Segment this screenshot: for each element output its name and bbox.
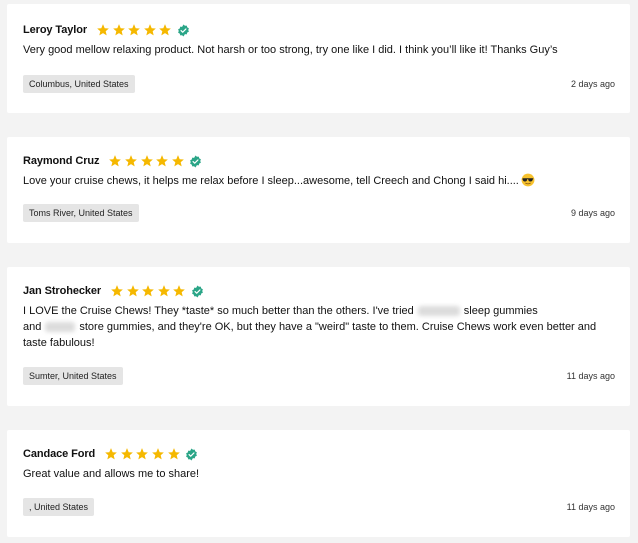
review-header: Leroy Taylor [23,21,190,39]
review-time: 11 days ago [566,502,615,512]
star-icon [124,154,138,168]
review-text-content: Love your cruise chews, it helps me rela… [23,175,519,187]
review-card: Candace Ford Great value and allows me t… [7,430,630,537]
redacted-brand-blur [417,306,460,317]
star-icon [151,447,165,461]
review-text-part: and [23,321,42,333]
star-icon [171,154,185,168]
review-card: Jan Strohecker I LOVE the Cruise Chews! … [7,267,630,406]
star-icon [104,447,118,461]
star-icon [120,447,134,461]
star-rating [110,284,188,298]
reviews-list: Leroy Taylor Very good mellow relaxing p… [0,0,638,543]
star-icon [135,447,149,461]
review-text: Great value and allows me to share! [23,468,200,480]
location-tag: Sumter, United States [23,367,123,385]
verified-check-icon [185,448,198,461]
star-icon [157,284,171,298]
review-header: Jan Strohecker [23,282,204,300]
review-time: 11 days ago [566,371,615,381]
star-icon [143,23,157,37]
review-text: Love your cruise chews, it helps me rela… [23,173,619,189]
redacted-brand-blur [45,322,76,333]
reviewer-name: Jan Strohecker [23,285,102,297]
location-tag: Toms River, United States [23,204,139,222]
review-text-part: I LOVE the Cruise Chews! They *taste* so… [23,305,414,317]
star-icon [141,284,155,298]
star-icon [172,284,186,298]
review-time: 9 days ago [570,208,615,218]
review-text-part: store gummies, and they're OK, but they … [23,321,597,349]
star-icon [127,23,141,37]
star-icon [167,447,181,461]
star-icon [110,284,124,298]
verified-check-icon [189,155,202,168]
star-icon [108,154,122,168]
review-text-part: sleep gummies [463,305,538,317]
review-time: 2 days ago [570,79,615,89]
star-rating [108,154,186,168]
reviewer-name: Candace Ford [23,448,96,460]
location-tag: , United States [23,498,95,516]
star-icon [155,154,169,168]
reviewer-name: Leroy Taylor [23,24,88,36]
verified-check-icon [191,285,204,298]
star-icon [96,23,110,37]
star-rating [104,447,182,461]
reviewer-name: Raymond Cruz [23,155,100,167]
star-icon [158,23,172,37]
review-card: Raymond Cruz Love your cruise chews, it … [7,137,630,243]
review-card: Leroy Taylor Very good mellow relaxing p… [7,4,630,113]
review-header: Raymond Cruz [23,152,202,170]
review-text: Very good mellow relaxing product. Not h… [23,44,558,56]
verified-check-icon [177,24,190,37]
star-icon [126,284,140,298]
review-text: I LOVE the Cruise Chews! They *taste* so… [23,303,619,351]
sunglasses-emoji-icon [521,173,535,187]
review-header: Candace Ford [23,445,198,463]
star-rating [96,23,174,37]
location-tag: Columbus, United States [23,75,135,93]
star-icon [140,154,154,168]
star-icon [112,23,126,37]
